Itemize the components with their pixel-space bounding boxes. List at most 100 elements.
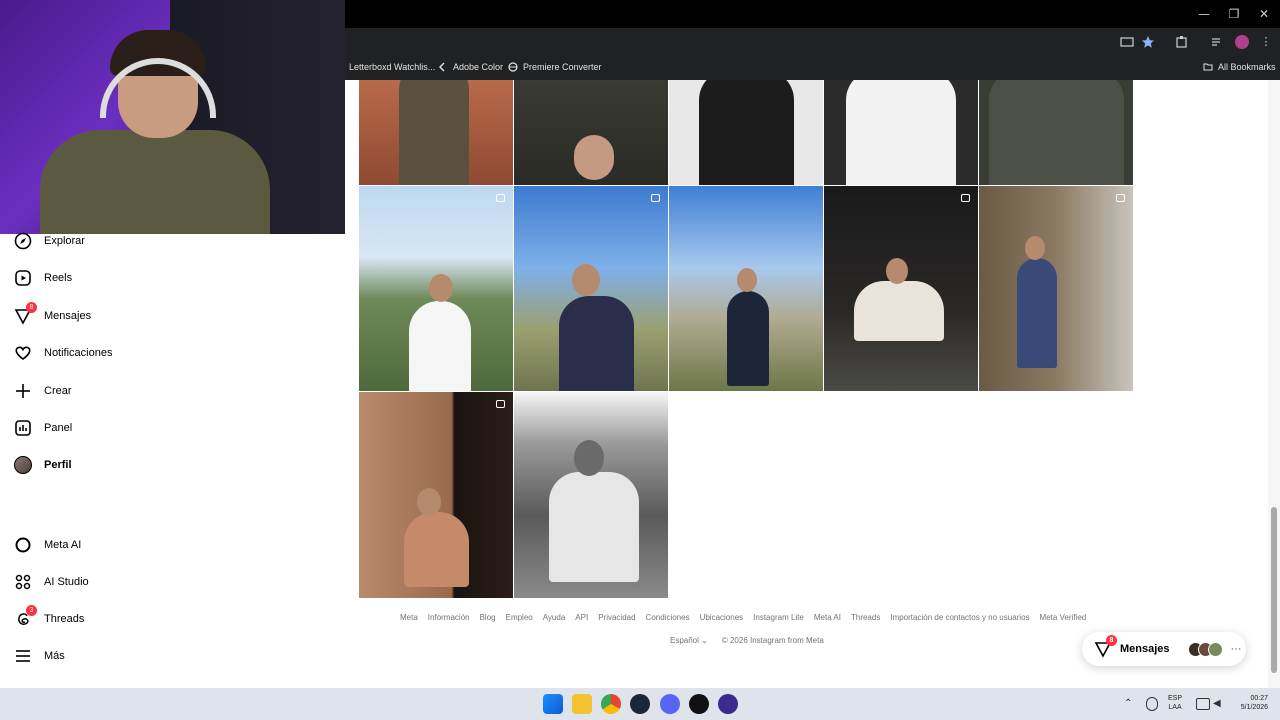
cast-icon[interactable]	[1120, 35, 1134, 49]
notification-badge: 3	[26, 605, 37, 616]
footer-link-threads[interactable]: Threads	[851, 613, 880, 625]
bookmarks-bar: Letterboxd Watchlis... Adobe Color Premi…	[345, 54, 1280, 80]
clock-date: 5/1/2026	[1240, 704, 1268, 711]
post-thumbnail[interactable]	[514, 392, 668, 598]
footer-link-api[interactable]: API	[575, 613, 588, 625]
bookmark-adobe-color[interactable]: Adobe Color	[438, 54, 503, 80]
footer-link-condiciones[interactable]: Condiciones	[646, 613, 690, 625]
avatar	[1207, 641, 1223, 657]
post-subject	[404, 512, 469, 587]
post-thumbnail[interactable]	[359, 392, 513, 598]
sidebar-item-label: Notificaciones	[44, 347, 113, 359]
volume-icon[interactable]: ◀	[1213, 698, 1225, 710]
post-thumbnail[interactable]	[359, 80, 513, 185]
close-icon[interactable]: ✕	[1254, 4, 1274, 24]
tray-chevron-up-icon[interactable]: ⌃	[1124, 698, 1136, 710]
footer-link-ubicaciones[interactable]: Ubicaciones	[700, 613, 744, 625]
keyboard-language[interactable]: ESP LAA	[1168, 694, 1182, 712]
sidebar-item-mensajes[interactable]: 8 Mensajes	[14, 302, 92, 328]
folder-icon	[1203, 63, 1213, 71]
post-subject-head	[574, 440, 604, 476]
footer-link-meta-ai[interactable]: Meta AI	[814, 613, 841, 625]
scrollbar-thumb[interactable]	[1271, 507, 1277, 673]
sidebar-item-ai-studio[interactable]: AI Studio	[14, 570, 89, 594]
sidebar-item-panel[interactable]: Panel	[14, 416, 72, 440]
chart-icon	[14, 419, 32, 437]
bookmark-premiere-converter[interactable]: Premiere Converter	[508, 54, 602, 80]
language-select[interactable]: Español ⌄	[670, 636, 708, 648]
post-thumbnail[interactable]	[824, 80, 978, 185]
post-thumbnail[interactable]	[669, 80, 823, 185]
sidebar-item-label: Crear	[44, 385, 72, 397]
footer-link-informacion[interactable]: Información	[428, 613, 470, 625]
avatar-stack	[1187, 641, 1223, 657]
page-scrollbar[interactable]	[1268, 80, 1280, 688]
footer-link-meta-verified[interactable]: Meta Verified	[1040, 613, 1087, 625]
bookmark-star-icon[interactable]	[1141, 35, 1155, 49]
lang-code: ESP	[1168, 695, 1183, 702]
plus-icon	[14, 382, 32, 400]
footer-link-blog[interactable]: Blog	[480, 613, 496, 625]
post-subject	[574, 135, 614, 180]
app-icon[interactable]	[718, 694, 738, 714]
post-thumbnail[interactable]	[514, 186, 668, 391]
footer-links: Meta Información Blog Empleo Ayuda API P…	[400, 613, 1100, 625]
sidebar-item-explorar[interactable]: Explorar	[14, 229, 85, 253]
minimize-icon[interactable]: —	[1194, 4, 1214, 24]
kebab-menu-icon[interactable]: ⋮	[1259, 35, 1273, 49]
system-clock[interactable]: 00:27 5/1/2026	[1228, 694, 1268, 712]
post-thumbnail[interactable]	[979, 186, 1133, 391]
post-thumbnail[interactable]	[359, 186, 513, 391]
sidebar-item-label: Mensajes	[44, 310, 92, 322]
media-control-icon[interactable]	[1210, 35, 1224, 49]
sidebar-item-notificaciones[interactable]: Notificaciones	[14, 341, 112, 365]
notification-badge: 8	[26, 302, 37, 313]
footer-link-contactos[interactable]: Importación de contactos y no usuarios	[890, 613, 1029, 625]
extensions-icon[interactable]	[1175, 35, 1189, 49]
carousel-icon	[496, 194, 505, 202]
discord-icon[interactable]	[660, 694, 680, 714]
post-thumbnail[interactable]	[669, 186, 823, 391]
sidebar-item-meta-ai[interactable]: Meta AI	[14, 533, 81, 557]
chrome-icon[interactable]	[601, 694, 621, 714]
language-label: Español	[670, 636, 699, 645]
post-thumbnail[interactable]	[824, 186, 978, 391]
sidebar-item-threads[interactable]: 3 Threads	[14, 605, 84, 631]
windows-taskbar: ⌃ ◀	[0, 688, 1280, 720]
file-explorer-icon[interactable]	[572, 694, 592, 714]
footer-link-privacidad[interactable]: Privacidad	[598, 613, 635, 625]
post-subject	[399, 80, 469, 185]
ai-studio-icon	[14, 573, 32, 591]
restore-icon[interactable]: ❐	[1224, 4, 1244, 24]
bookmark-letterboxd[interactable]: Letterboxd Watchlis...	[349, 54, 435, 80]
messages-pill-label: Mensajes	[1120, 643, 1170, 655]
profile-avatar[interactable]	[1235, 35, 1249, 49]
globe-icon	[508, 62, 518, 72]
messenger-icon: 8	[14, 302, 37, 325]
sidebar-item-label: Explorar	[44, 235, 85, 247]
footer-link-ayuda[interactable]: Ayuda	[543, 613, 566, 625]
sidebar-item-perfil[interactable]: Perfil	[14, 453, 72, 477]
post-subject-head	[417, 488, 441, 516]
bookmark-label: Premiere Converter	[523, 62, 602, 72]
footer-link-instagram-lite[interactable]: Instagram Lite	[753, 613, 804, 625]
messages-pill-button[interactable]: 8 Mensajes ···	[1082, 632, 1246, 666]
windows-start-icon[interactable]	[543, 694, 563, 714]
post-subject	[727, 291, 769, 386]
post-thumbnail[interactable]	[514, 80, 668, 185]
steam-icon[interactable]	[630, 694, 650, 714]
network-icon[interactable]	[1196, 698, 1210, 710]
sidebar-item-label: Meta AI	[44, 539, 82, 551]
footer-link-meta[interactable]: Meta	[400, 613, 418, 625]
sidebar-item-reels[interactable]: Reels	[14, 266, 72, 290]
copyright: © 2026 Instagram from Meta	[721, 636, 824, 645]
carousel-icon	[651, 194, 660, 202]
obs-icon[interactable]	[689, 694, 709, 714]
post-thumbnail[interactable]	[979, 80, 1133, 185]
clock-time: 00:27	[1250, 695, 1268, 702]
microphone-icon[interactable]	[1146, 697, 1158, 711]
sidebar-item-mas[interactable]: Más	[14, 644, 65, 668]
all-bookmarks-button[interactable]: All Bookmarks	[1203, 54, 1276, 80]
sidebar-item-crear[interactable]: Crear	[14, 379, 72, 403]
footer-link-empleo[interactable]: Empleo	[506, 613, 533, 625]
